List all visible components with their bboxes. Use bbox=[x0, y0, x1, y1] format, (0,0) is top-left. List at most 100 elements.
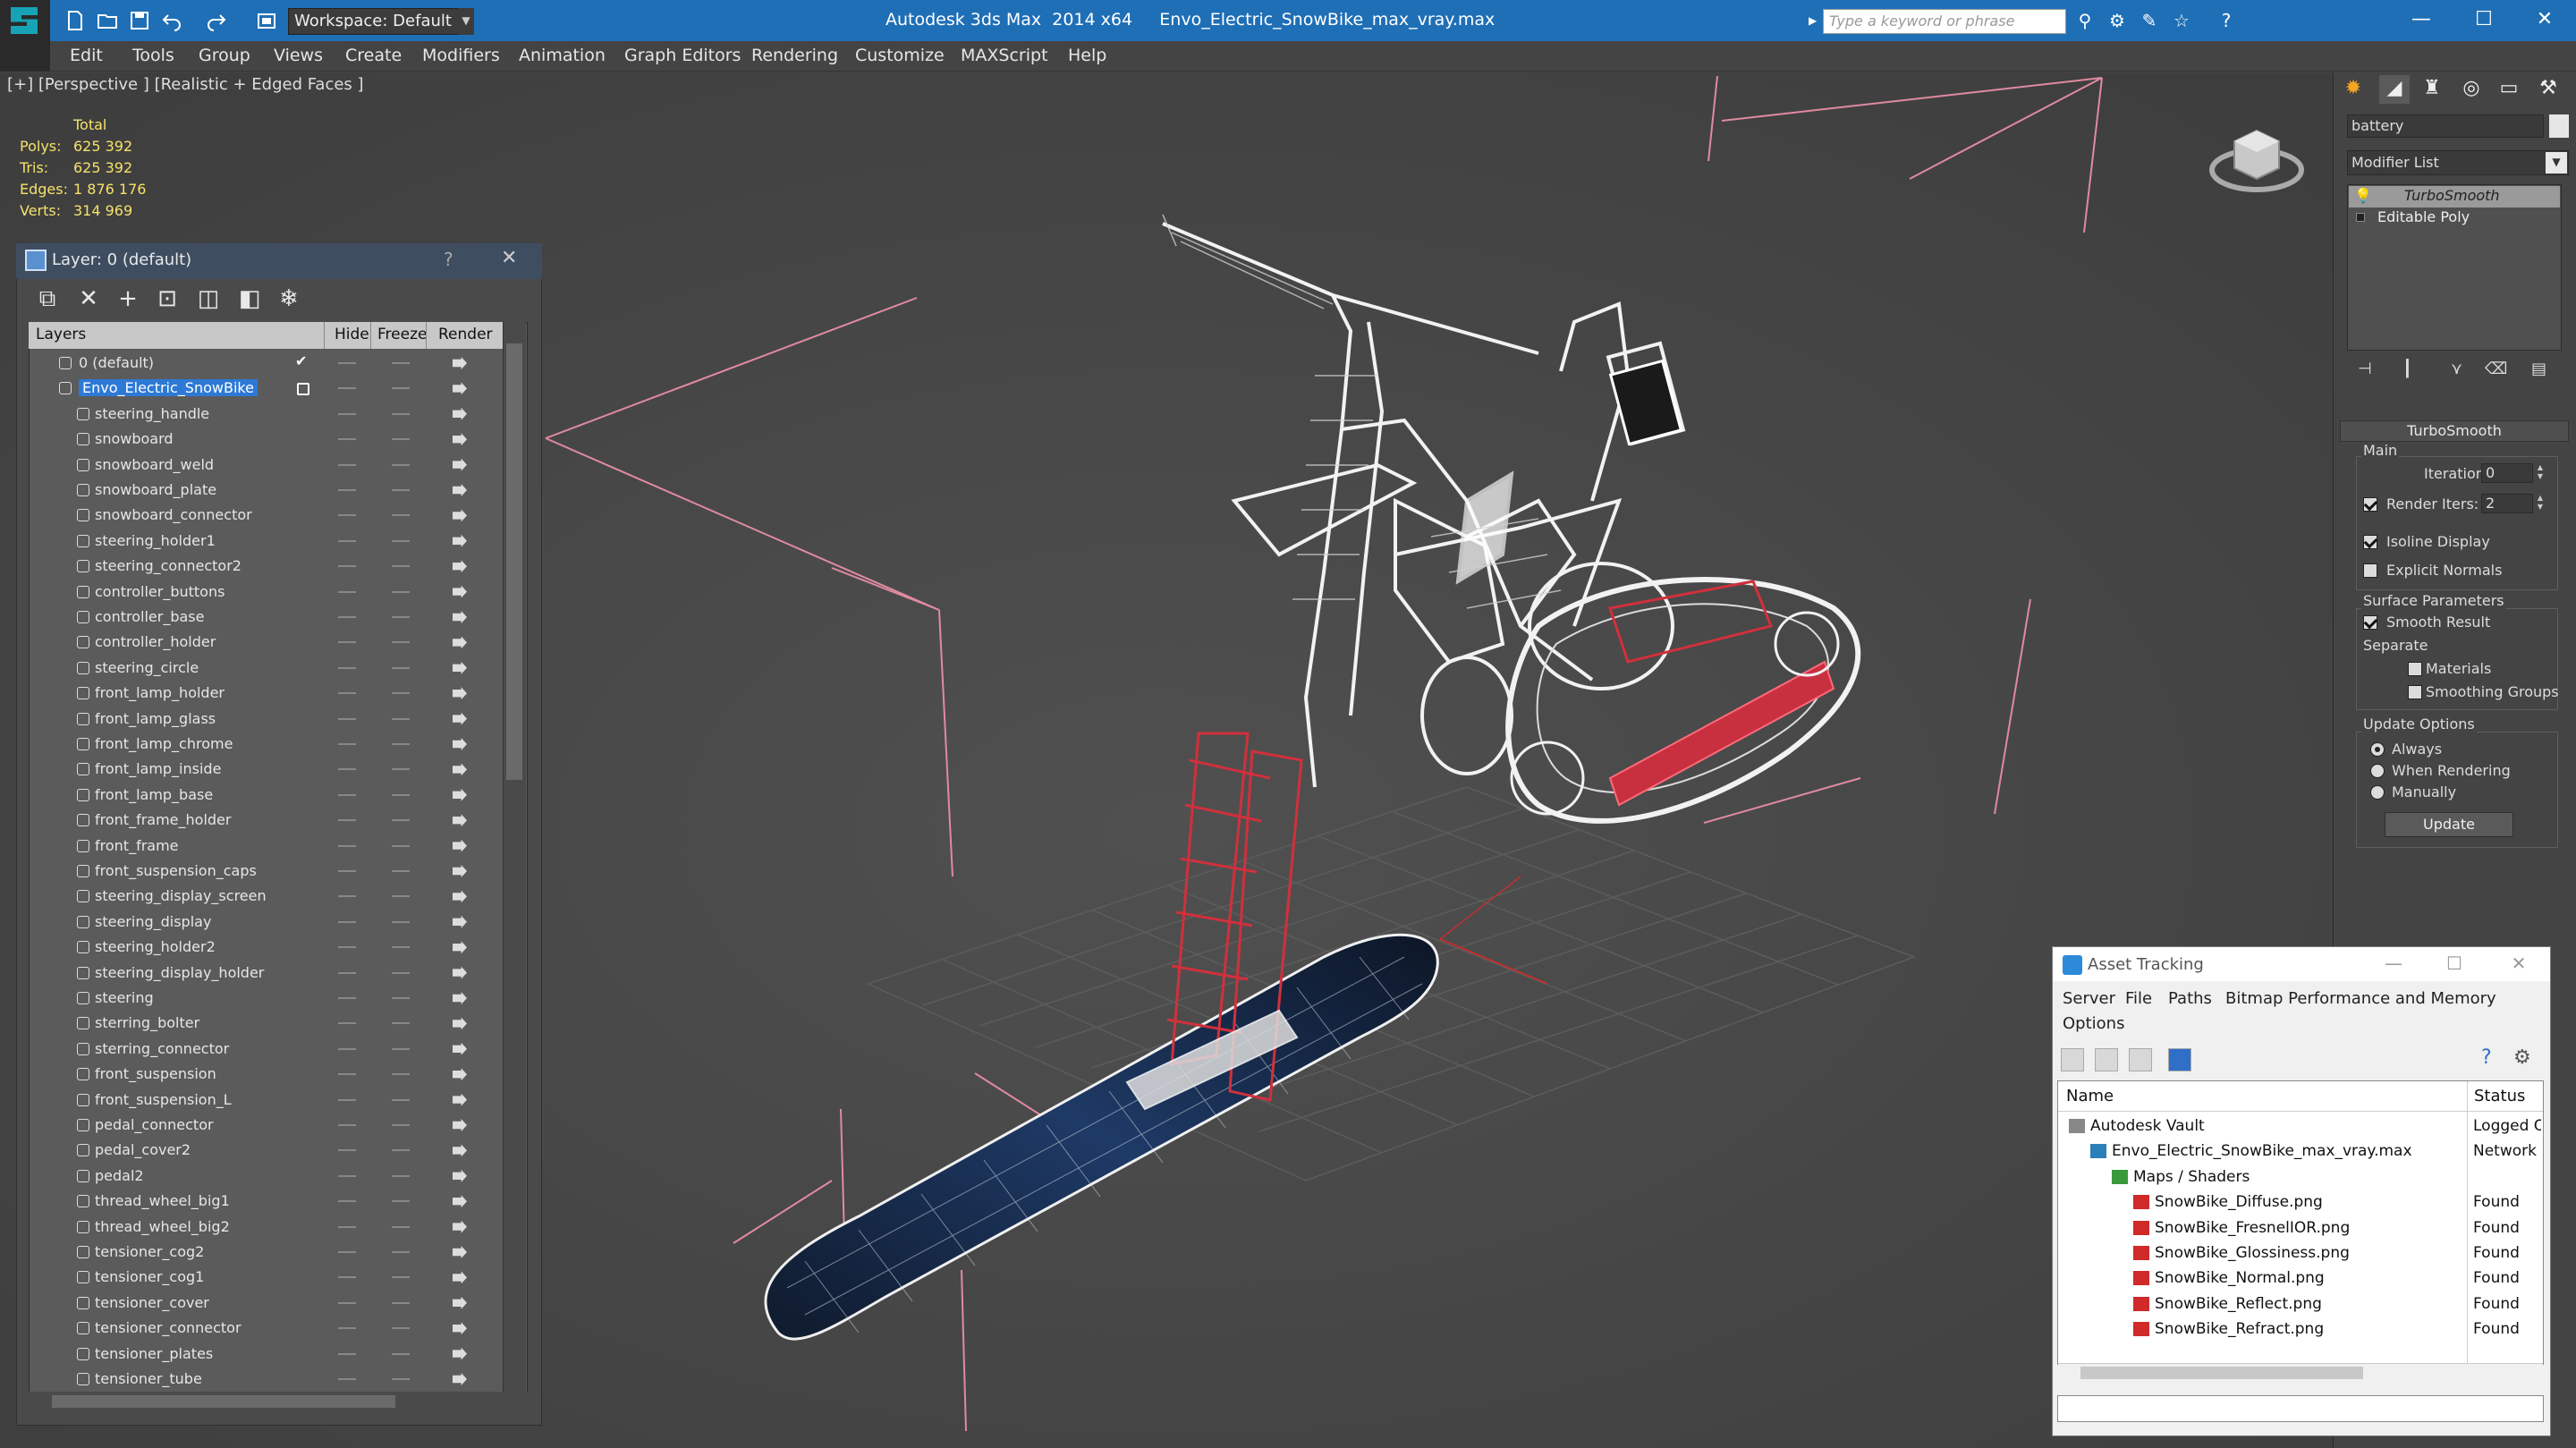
freeze-toggle[interactable] bbox=[392, 539, 410, 542]
isoline-display-checkbox[interactable] bbox=[2363, 535, 2377, 549]
hide-toggle[interactable] bbox=[338, 616, 356, 618]
freeze-toggle[interactable] bbox=[392, 1149, 410, 1152]
help-icon[interactable]: ? bbox=[444, 249, 453, 270]
render-teapot-icon[interactable] bbox=[453, 1373, 467, 1385]
minimize-button[interactable]: — bbox=[2390, 0, 2453, 41]
asset-row[interactable]: Maps / Shaders bbox=[2058, 1164, 2543, 1190]
render-teapot-icon[interactable] bbox=[453, 458, 467, 471]
hide-toggle[interactable] bbox=[338, 463, 356, 466]
layer-row[interactable]: front_suspension bbox=[30, 1062, 503, 1087]
layer-row[interactable]: sterring_bolter bbox=[30, 1011, 503, 1036]
freeze-toggle[interactable] bbox=[392, 1124, 410, 1126]
render-teapot-icon[interactable] bbox=[453, 433, 467, 446]
render-teapot-icon[interactable] bbox=[453, 611, 467, 623]
render-teapot-icon[interactable] bbox=[453, 1169, 467, 1182]
column-freeze[interactable]: Freeze bbox=[377, 326, 427, 343]
layer-row[interactable]: pedal2 bbox=[30, 1164, 503, 1189]
hide-toggle[interactable] bbox=[338, 666, 356, 669]
minimize-button[interactable]: — bbox=[2376, 950, 2411, 978]
render-teapot-icon[interactable] bbox=[453, 839, 467, 852]
freeze-toggle[interactable] bbox=[392, 1073, 410, 1076]
hide-toggle[interactable] bbox=[338, 514, 356, 517]
workspace-select[interactable]: Workspace: Default bbox=[288, 8, 470, 35]
search-expand-icon[interactable]: ▶ bbox=[1809, 14, 1818, 27]
viewport-label[interactable]: [+] [Perspective ] [Realistic + Edged Fa… bbox=[7, 75, 364, 94]
render-teapot-icon[interactable] bbox=[453, 1093, 467, 1106]
hide-toggle[interactable] bbox=[338, 438, 356, 441]
materials-checkbox[interactable] bbox=[2408, 662, 2422, 676]
render-teapot-icon[interactable] bbox=[453, 788, 467, 801]
layer-row[interactable]: pedal_connector bbox=[30, 1113, 503, 1138]
freeze-toggle[interactable] bbox=[392, 946, 410, 949]
hide-toggle[interactable] bbox=[338, 1378, 356, 1380]
layer-row[interactable]: front_lamp_inside bbox=[30, 757, 503, 782]
layer-row[interactable]: snowboard_weld bbox=[30, 453, 503, 478]
menu-edit[interactable]: Edit bbox=[70, 41, 103, 72]
modify-tab-icon[interactable]: ◢ bbox=[2379, 75, 2410, 104]
undo-icon[interactable] bbox=[161, 10, 182, 31]
freeze-toggle[interactable] bbox=[392, 1098, 410, 1101]
hide-toggle[interactable] bbox=[338, 412, 356, 415]
spinner-arrows-icon[interactable]: ▲ ▼ bbox=[2535, 463, 2546, 483]
render-teapot-icon[interactable] bbox=[453, 1347, 467, 1360]
hide-toggle[interactable] bbox=[338, 1124, 356, 1126]
hide-toggle[interactable] bbox=[338, 1047, 356, 1050]
asset-row[interactable]: SnowBike_Refract.png Found bbox=[2058, 1317, 2543, 1342]
layer-row[interactable]: Envo_Electric_SnowBike bbox=[30, 376, 503, 401]
menu-maxscript[interactable]: MAXScript bbox=[961, 41, 1048, 72]
hide-toggle[interactable] bbox=[338, 1327, 356, 1330]
hide-toggle[interactable] bbox=[338, 539, 356, 542]
hide-toggle[interactable] bbox=[338, 1352, 356, 1355]
spinner-arrows-icon[interactable]: ▲ ▼ bbox=[2535, 494, 2546, 513]
asset-row[interactable]: SnowBike_Reflect.png Found bbox=[2058, 1291, 2543, 1317]
render-teapot-icon[interactable] bbox=[453, 865, 467, 877]
turbosmooth-rollout-header[interactable]: TurboSmooth bbox=[2340, 420, 2569, 442]
freeze-toggle[interactable] bbox=[392, 387, 410, 390]
freeze-toggle[interactable] bbox=[392, 920, 410, 923]
layer-row[interactable]: steering_display bbox=[30, 910, 503, 935]
viewcube-icon[interactable] bbox=[2207, 114, 2306, 204]
redo-icon[interactable] bbox=[206, 10, 227, 31]
object-name-field[interactable]: battery bbox=[2347, 114, 2544, 138]
hide-toggle[interactable] bbox=[338, 1174, 356, 1177]
freeze-toggle[interactable] bbox=[392, 463, 410, 466]
explicit-normals-checkbox[interactable] bbox=[2363, 563, 2377, 578]
hierarchy-tab-icon[interactable]: ♜ bbox=[2417, 75, 2447, 104]
render-teapot-icon[interactable] bbox=[453, 1220, 467, 1233]
freeze-toggle[interactable] bbox=[392, 768, 410, 771]
layer-row[interactable]: controller_holder bbox=[30, 630, 503, 655]
update-manually-radio[interactable] bbox=[2370, 785, 2385, 800]
freeze-toggle[interactable] bbox=[392, 1352, 410, 1355]
layer-row[interactable]: tensioner_tube bbox=[30, 1367, 503, 1392]
column-status[interactable]: Status bbox=[2474, 1087, 2525, 1105]
expand-icon[interactable] bbox=[2356, 213, 2365, 222]
render-teapot-icon[interactable] bbox=[453, 1144, 467, 1157]
freeze-toggle[interactable] bbox=[392, 1378, 410, 1380]
smooth-result-checkbox[interactable] bbox=[2363, 615, 2377, 630]
hide-toggle[interactable] bbox=[338, 920, 356, 923]
layer-row[interactable]: front_lamp_chrome bbox=[30, 732, 503, 757]
delete-layer-icon[interactable]: ✕ bbox=[75, 286, 102, 313]
layer-row[interactable]: sterring_connector bbox=[30, 1037, 503, 1062]
freeze-toggle[interactable] bbox=[392, 870, 410, 872]
asset-hscroll-thumb[interactable] bbox=[2080, 1367, 2363, 1379]
update-when-rendering-radio[interactable] bbox=[2370, 764, 2385, 778]
render-teapot-icon[interactable] bbox=[453, 357, 467, 369]
freeze-toggle[interactable] bbox=[392, 1047, 410, 1050]
layer-row[interactable]: thread_wheel_big2 bbox=[30, 1215, 503, 1240]
hide-toggle[interactable] bbox=[338, 946, 356, 949]
hide-all-icon[interactable]: ◧ bbox=[236, 286, 263, 313]
layer-row[interactable]: steering bbox=[30, 986, 503, 1011]
hide-toggle[interactable] bbox=[338, 819, 356, 822]
render-teapot-icon[interactable] bbox=[453, 484, 467, 496]
hide-toggle[interactable] bbox=[338, 387, 356, 390]
render-teapot-icon[interactable] bbox=[453, 738, 467, 750]
layer-row[interactable]: snowboard_connector bbox=[30, 503, 503, 528]
asset-row[interactable]: SnowBike_Glossiness.png Found bbox=[2058, 1241, 2543, 1266]
remove-modifier-icon[interactable]: ⌫ bbox=[2485, 360, 2507, 381]
hide-toggle[interactable] bbox=[338, 565, 356, 568]
column-hide[interactable]: Hide bbox=[335, 326, 369, 343]
binoculars-icon[interactable]: ⚲ bbox=[2073, 11, 2097, 32]
column-name[interactable]: Name bbox=[2066, 1087, 2114, 1105]
render-teapot-icon[interactable] bbox=[453, 1195, 467, 1208]
